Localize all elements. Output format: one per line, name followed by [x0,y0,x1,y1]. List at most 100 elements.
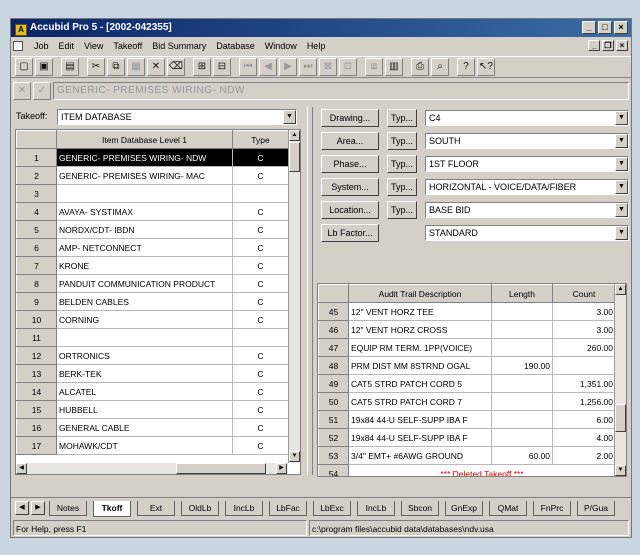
audit-count[interactable]: 1,351.00 [552,374,616,393]
table-row[interactable]: 46 12" VENT HORZ CROSS 3.00 [318,320,616,339]
audit-length[interactable] [491,338,553,357]
audit-count[interactable]: 4.00 [552,428,616,447]
row-number[interactable]: 46 [318,320,349,339]
audit-length[interactable] [491,392,553,411]
audit-description[interactable]: 3/4" EMT+ #6AWG GROUND [348,446,492,465]
item-description[interactable]: HUBBELL [56,400,233,419]
menu-job[interactable]: Job [29,38,54,54]
table-row[interactable]: 52 19x84 44-U SELF-SUPP IBA F 4.00 [318,428,616,447]
tab-notes[interactable]: Notes [49,501,87,516]
mdi-minimize-button[interactable]: _ [588,40,600,51]
mdi-close-button[interactable]: × [616,40,628,51]
command-input[interactable]: GENERIC- PREMISES WIRING- NDW [53,82,629,100]
audit-description[interactable]: EQUIP RM TERM. 1PP(VOICE) [348,338,492,357]
cut-icon[interactable]: ✂ [87,58,105,76]
item-description[interactable]: GENERIC- PREMISES WIRING- MAC [56,166,233,185]
row-number[interactable]: 4 [16,202,57,221]
hscroll-thumb[interactable] [176,463,266,474]
row-number[interactable]: 1 [16,148,57,167]
chevron-down-icon[interactable]: ▼ [615,134,628,148]
clear-icon[interactable]: ⌫ [167,58,185,76]
paste-icon[interactable]: ▦ [127,58,145,76]
row-number[interactable]: 48 [318,356,349,375]
chevron-down-icon[interactable]: ▼ [615,157,628,171]
item-description[interactable]: MOHAWK/CDT [56,436,233,455]
item-description[interactable]: AMP- NETCONNECT [56,238,233,257]
menu-database[interactable]: Database [211,38,260,54]
delete-row-icon[interactable]: ⊟ [213,58,231,76]
tab-fnprc[interactable]: FnPrc [533,501,571,516]
item-type[interactable]: C [232,238,289,257]
tab-gnexp[interactable]: GnExp [445,501,483,516]
table-row[interactable]: 49 CAT5 STRD PATCH CORD 5 1,351.00 [318,374,616,393]
tab-scroll-left-icon[interactable]: ◀ [15,501,29,515]
close-button[interactable]: × [614,21,628,34]
menu-bid-summary[interactable]: Bid Summary [147,38,211,54]
audit-description[interactable]: PRM DIST MM 8STRND OGAL [348,356,492,375]
row-number[interactable]: 6 [16,238,57,257]
table-row[interactable]: 4 AVAYA- SYSTIMAX C [16,202,289,221]
copy-icon[interactable]: ⧉ [107,58,125,76]
item-description[interactable]: GENERIC- PREMISES WIRING- NDW [56,148,233,167]
item-type[interactable]: C [232,346,289,365]
table-row[interactable]: 15 HUBBELL C [16,400,289,419]
audit-length[interactable] [491,410,553,429]
system-button[interactable]: System... [321,178,379,196]
item-type[interactable]: C [232,274,289,293]
assembly-icon[interactable]: ⊠ [319,58,337,76]
document-icon[interactable] [13,41,23,51]
phase-type-button[interactable]: Typ... [387,155,417,173]
phase-button[interactable]: Phase... [321,155,379,173]
tab-ext[interactable]: Ext [137,501,175,516]
audit-count[interactable]: 6.00 [552,410,616,429]
copy-page-icon[interactable]: ⧈ [365,58,383,76]
item-description[interactable]: BELDEN CABLES [56,292,233,311]
item-type[interactable]: C [232,310,289,329]
table-row[interactable]: 7 KRONE C [16,256,289,275]
previous-record-icon[interactable]: ◀ [259,58,277,76]
audit-length[interactable] [491,428,553,447]
menu-edit[interactable]: Edit [54,38,80,54]
location-type-button[interactable]: Typ... [387,201,417,219]
table-row[interactable]: 14 ALCATEL C [16,382,289,401]
item-description[interactable]: ALCATEL [56,382,233,401]
print-preview-icon[interactable]: ▤ [61,58,79,76]
table-row[interactable]: 48 PRM DIST MM 8STRND OGAL 190.00 [318,356,616,375]
scroll-right-icon[interactable]: ▶ [276,463,287,474]
tab-inclb[interactable]: IncLb [357,501,395,516]
tab-lbexc[interactable]: LbExc [313,501,351,516]
audit-description[interactable]: 19x84 44-U SELF-SUPP IBA F [348,410,492,429]
item-description[interactable] [56,184,233,203]
lb-factor-select[interactable]: STANDARD ▼ [425,225,629,241]
extension-icon[interactable]: ⊡ [339,58,357,76]
row-number[interactable]: 17 [16,436,57,455]
table-row[interactable]: 8 PANDUIT COMMUNICATION PRODUCT C [16,274,289,293]
table-row[interactable]: 50 CAT5 STRD PATCH CORD 7 1,256.00 [318,392,616,411]
area-select[interactable]: SOUTH ▼ [425,133,629,149]
column-header-type[interactable]: Type [232,130,289,149]
next-record-icon[interactable]: ▶ [279,58,297,76]
item-type[interactable]: C [232,400,289,419]
new-icon[interactable]: ▢ [15,58,33,76]
table-row[interactable]: 1 GENERIC- PREMISES WIRING- NDW C [16,148,289,167]
row-number[interactable]: 5 [16,220,57,239]
tab-tkoff[interactable]: Tkoff [93,501,131,517]
table-row[interactable]: 12 ORTRONICS C [16,346,289,365]
item-description[interactable]: ORTRONICS [56,346,233,365]
row-number[interactable]: 12 [16,346,57,365]
tab-lbfac[interactable]: LbFac [269,501,307,516]
mdi-restore-button[interactable]: ❐ [602,40,614,51]
delete-icon[interactable]: ✕ [147,58,165,76]
takeoff-select[interactable]: ITEM DATABASE ▼ [57,109,297,125]
item-type[interactable]: C [232,292,289,311]
lb-factor-button[interactable]: Lb Factor... [321,224,379,242]
vscroll-thumb[interactable] [289,142,300,172]
table-row[interactable]: 11 [16,328,289,347]
audit-grid-vscroll[interactable]: ▲ ▼ [614,284,626,476]
item-type[interactable]: C [232,220,289,239]
minimize-button[interactable]: _ [582,21,596,34]
last-record-icon[interactable]: ⏭ [299,58,317,76]
row-number[interactable]: 13 [16,364,57,383]
row-number[interactable]: 52 [318,428,349,447]
table-row[interactable]: 5 NORDX/CDT- IBDN C [16,220,289,239]
